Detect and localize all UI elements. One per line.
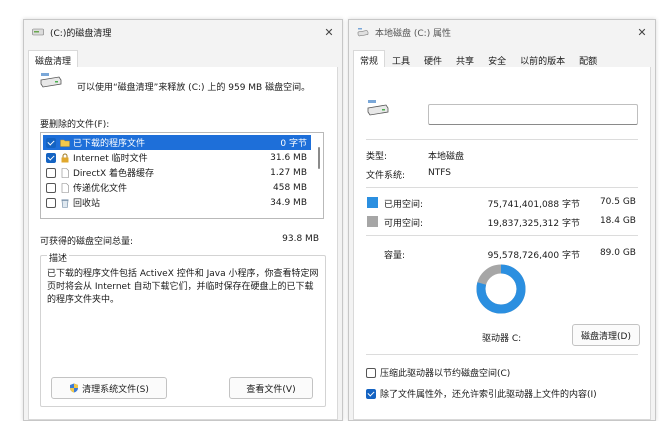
total-space-label: 可获得的磁盘空间总量: bbox=[40, 237, 134, 247]
disk-cleanup-button[interactable]: 磁盘清理(D) bbox=[572, 324, 640, 346]
intro-text: 可以使用“磁盘清理”来释放 (C:) 上的 959 MB 磁盘空间。 bbox=[77, 83, 311, 93]
compress-label: 压缩此驱动器以节约磁盘空间(C) bbox=[380, 369, 511, 379]
tab-security[interactable]: 安全 bbox=[481, 50, 513, 67]
close-icon[interactable]: ✕ bbox=[316, 26, 342, 39]
used-space-bytes: 75,741,401,088 字节 bbox=[487, 200, 580, 210]
cleanup-system-files-label: 清理系统文件(S) bbox=[82, 384, 149, 395]
capacity-label: 容量: bbox=[384, 251, 406, 261]
compress-option[interactable]: 压缩此驱动器以节约磁盘空间(C) bbox=[366, 366, 510, 379]
disk-cleanup-window: (C:)的磁盘清理 ✕ 磁盘清理 可以使用“磁盘清理”来释放 (C:) 上的 9… bbox=[23, 19, 343, 421]
tab-strip: 常规 工具 硬件 共享 安全 以前的版本 配额 bbox=[353, 50, 651, 68]
tab-previous-versions[interactable]: 以前的版本 bbox=[513, 50, 572, 67]
drive-icon bbox=[367, 100, 389, 116]
tab-general[interactable]: 常规 bbox=[353, 50, 386, 67]
file-icon bbox=[61, 167, 69, 178]
close-icon[interactable]: ✕ bbox=[629, 26, 655, 39]
list-item[interactable]: 传递优化文件 458 MB bbox=[43, 180, 311, 195]
drive-properties-window: 本地磁盘 (C:) 属性 ✕ 常规 工具 硬件 共享 安全 以前的版本 配额 类… bbox=[348, 19, 656, 421]
checkbox[interactable] bbox=[46, 152, 56, 163]
window-title: 本地磁盘 (C:) 属性 bbox=[375, 28, 452, 39]
list-item[interactable]: DirectX 着色器缓存 1.27 MB bbox=[43, 165, 311, 180]
shield-icon bbox=[70, 383, 79, 393]
folder-icon bbox=[60, 139, 70, 147]
disk-cleanup-label: 磁盘清理(D) bbox=[581, 331, 631, 342]
list-item[interactable]: Internet 临时文件 31.6 MB bbox=[43, 150, 311, 165]
free-space-bytes: 19,837,325,312 字节 bbox=[487, 219, 580, 229]
drive-icon bbox=[357, 28, 369, 37]
drive-icon bbox=[40, 73, 62, 88]
divider bbox=[366, 354, 638, 355]
type-label: 类型: bbox=[366, 152, 388, 162]
index-checkbox[interactable] bbox=[366, 388, 376, 399]
disk-cleanup-icon bbox=[32, 28, 44, 36]
free-space-swatch bbox=[367, 216, 378, 227]
free-space-gb: 18.4 GB bbox=[599, 216, 636, 226]
tab-sharing[interactable]: 共享 bbox=[449, 50, 481, 67]
index-option[interactable]: 除了文件属性外，还允许索引此驱动器上文件的内容(I) bbox=[366, 387, 597, 400]
type-value: 本地磁盘 bbox=[428, 152, 465, 162]
recycle-bin-icon bbox=[61, 199, 69, 208]
file-name: 回收站 bbox=[73, 199, 101, 209]
file-icon bbox=[61, 182, 69, 193]
lock-icon bbox=[61, 153, 69, 162]
title-bar[interactable]: 本地磁盘 (C:) 属性 ✕ bbox=[349, 20, 655, 44]
checkbox[interactable] bbox=[46, 137, 56, 148]
capacity-bytes: 95,578,726,400 字节 bbox=[487, 251, 580, 261]
total-space-value: 93.8 MB bbox=[282, 234, 319, 244]
scrollbar-thumb[interactable] bbox=[318, 147, 320, 169]
used-space-swatch bbox=[367, 197, 378, 208]
drive-label: 驱动器 C: bbox=[482, 334, 522, 344]
title-bar[interactable]: (C:)的磁盘清理 ✕ bbox=[24, 20, 342, 44]
tab-tools[interactable]: 工具 bbox=[385, 50, 417, 67]
general-panel: 类型: 本地磁盘 文件系统: NTFS 已用空间: 75,741,401,088… bbox=[353, 67, 651, 420]
usage-donut bbox=[476, 264, 526, 314]
file-name: DirectX 着色器缓存 bbox=[73, 169, 154, 179]
view-files-button[interactable]: 查看文件(V) bbox=[229, 377, 313, 399]
index-label: 除了文件属性外，还允许索引此驱动器上文件的内容(I) bbox=[380, 390, 597, 400]
capacity-gb: 89.0 GB bbox=[599, 248, 636, 258]
list-scrollbar[interactable] bbox=[316, 135, 322, 213]
tab-hardware[interactable]: 硬件 bbox=[417, 50, 449, 67]
list-item[interactable]: 已下载的程序文件 0 字节 bbox=[43, 135, 311, 150]
file-name: 传递优化文件 bbox=[73, 184, 128, 194]
checkbox[interactable] bbox=[46, 197, 56, 208]
window-title: (C:)的磁盘清理 bbox=[50, 28, 112, 39]
checkbox[interactable] bbox=[46, 182, 56, 193]
divider bbox=[366, 139, 638, 140]
used-space-gb: 70.5 GB bbox=[599, 197, 636, 207]
files-to-delete-label: 要删除的文件(F): bbox=[40, 120, 110, 130]
description-text: 已下载的程序文件包括 ActiveX 控件和 Java 小程序，你查看特定网页时… bbox=[47, 269, 319, 305]
compress-checkbox[interactable] bbox=[366, 367, 376, 378]
description-title: 描述 bbox=[47, 251, 70, 264]
free-space-label: 可用空间: bbox=[384, 219, 424, 229]
checkbox[interactable] bbox=[46, 167, 56, 178]
file-size: 31.6 MB bbox=[270, 152, 307, 163]
file-size: 458 MB bbox=[273, 182, 307, 193]
drive-name-input[interactable] bbox=[428, 104, 638, 125]
file-system-label: 文件系统: bbox=[366, 171, 406, 181]
file-system-value: NTFS bbox=[428, 168, 451, 178]
file-name: 已下载的程序文件 bbox=[73, 139, 146, 149]
divider bbox=[366, 235, 638, 236]
used-space-label: 已用空间: bbox=[384, 200, 424, 210]
file-name: Internet 临时文件 bbox=[73, 154, 148, 164]
cleanup-system-files-button[interactable]: 清理系统文件(S) bbox=[51, 377, 167, 399]
file-size: 34.9 MB bbox=[270, 197, 307, 208]
files-listbox[interactable]: 已下载的程序文件 0 字节 Internet 临时文件 31.6 MB Dire… bbox=[40, 132, 324, 219]
tab-strip: 磁盘清理 bbox=[28, 50, 338, 68]
tab-disk-cleanup[interactable]: 磁盘清理 bbox=[28, 50, 79, 67]
divider bbox=[366, 187, 638, 188]
tab-quota[interactable]: 配额 bbox=[572, 50, 604, 67]
file-size: 1.27 MB bbox=[270, 167, 307, 178]
list-item[interactable]: 回收站 34.9 MB bbox=[43, 195, 311, 210]
cleanup-panel: 可以使用“磁盘清理”来释放 (C:) 上的 959 MB 磁盘空间。 要删除的文… bbox=[28, 67, 338, 420]
file-size: 0 字节 bbox=[280, 139, 307, 149]
view-files-label: 查看文件(V) bbox=[246, 384, 296, 395]
